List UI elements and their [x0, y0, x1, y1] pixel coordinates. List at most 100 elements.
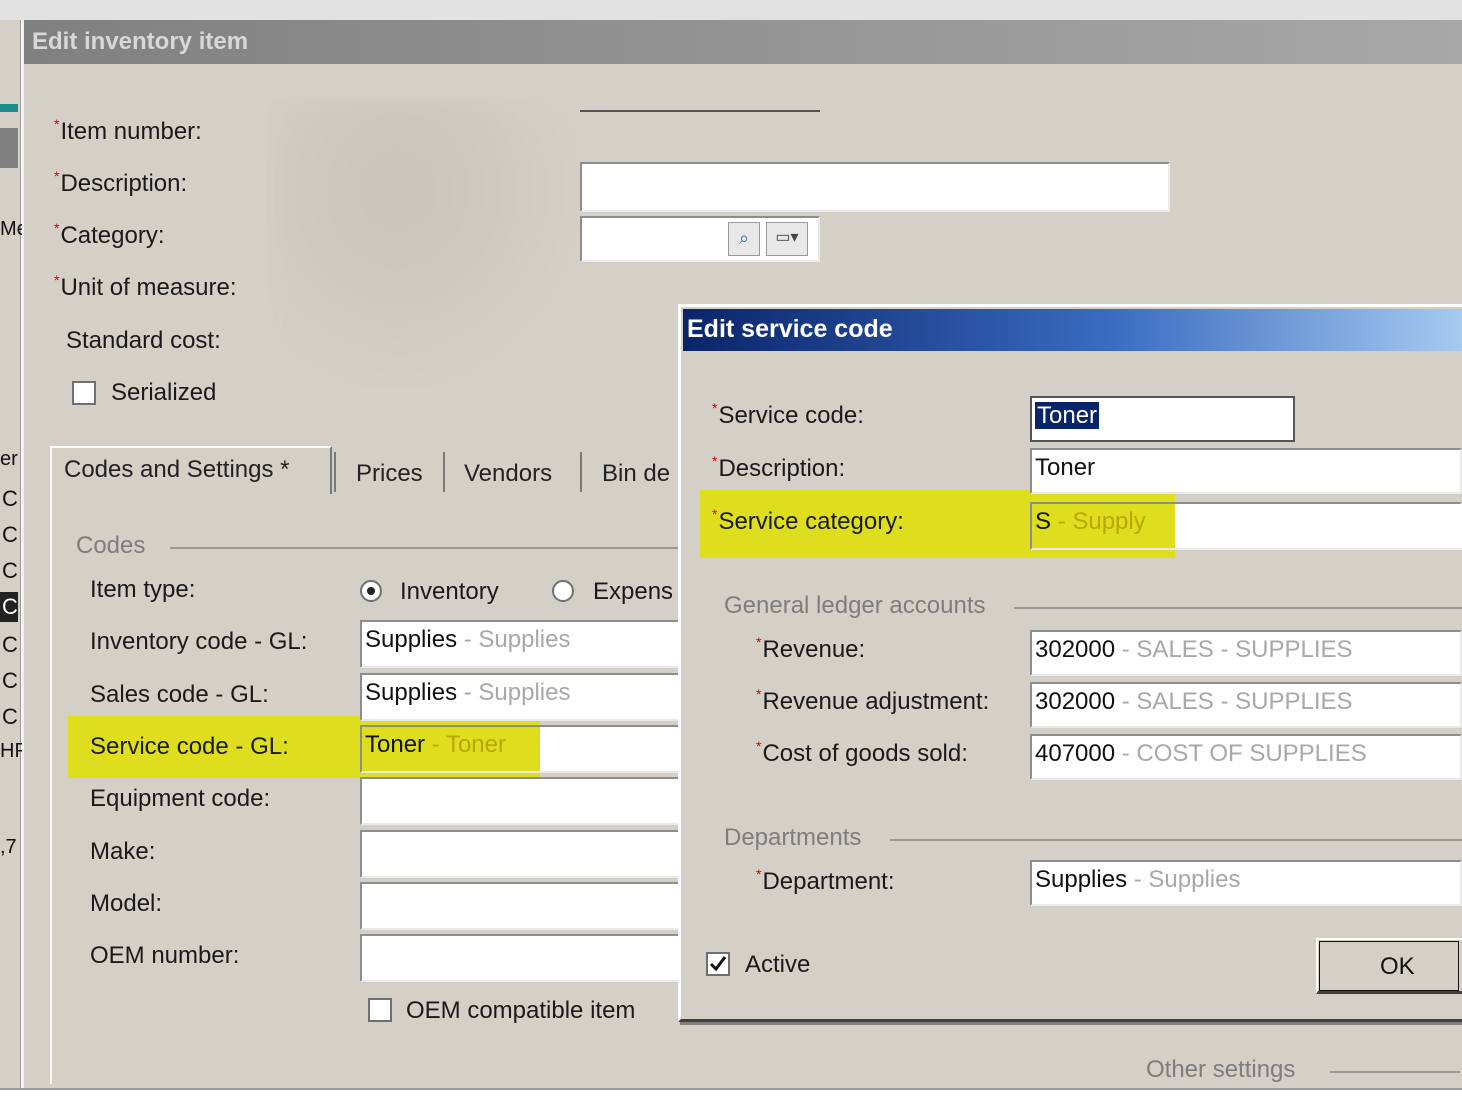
strip-fragment: er: [0, 448, 18, 470]
radio-selected-dot: [367, 587, 375, 595]
strip-fragment: C: [2, 486, 18, 511]
tab-vendors[interactable]: Vendors: [464, 460, 552, 488]
revenue-desc: - SALES - SUPPLIES: [1121, 636, 1353, 663]
description-input[interactable]: [580, 162, 1170, 212]
service-code-selected-text: Toner: [1035, 402, 1100, 429]
category-input[interactable]: ⌕ ▭▾: [580, 216, 820, 262]
strip-fragment: ,7: [0, 836, 17, 858]
sales-code-gl-input[interactable]: Supplies - Supplies: [360, 673, 680, 721]
oem-number-input[interactable]: [360, 934, 680, 982]
inventory-code-desc: - Supplies: [463, 626, 571, 653]
department-input[interactable]: Supplies - Supplies: [1030, 860, 1462, 906]
item-type-expense-radio[interactable]: [552, 580, 574, 602]
strip-fragment: C: [2, 668, 18, 693]
tab-separator: [580, 452, 582, 492]
strip-fragment: C: [2, 632, 18, 657]
serialized-label: Serialized: [111, 379, 217, 406]
cogs-desc: - COST OF SUPPLIES: [1121, 740, 1367, 767]
other-settings-line: [1330, 1071, 1460, 1073]
category-dropdown-icon[interactable]: ▭▾: [766, 222, 808, 256]
revenue-adjustment-input[interactable]: 302000 - SALES - SUPPLIES: [1030, 682, 1462, 728]
department-code: Supplies: [1035, 866, 1128, 893]
tab-bin[interactable]: Bin de: [602, 460, 670, 488]
service-code-field-fill: [540, 727, 678, 771]
window-title-bar: Edit inventory item: [24, 20, 1462, 64]
revenue-label: *Revenue:: [756, 634, 866, 663]
ok-button[interactable]: OK: [1316, 938, 1462, 994]
sales-code-value: Supplies: [365, 679, 458, 706]
tab-codes-and-settings-label: Codes and Settings *: [64, 456, 290, 483]
service-category-label: *Service category:: [712, 506, 904, 535]
background-app-strip: Me er C C C C C C C HP ,7: [0, 0, 28, 1090]
other-settings-label: Other settings: [1146, 1056, 1296, 1083]
tab-codes-and-settings[interactable]: Codes and Settings *: [50, 446, 332, 498]
item-type-inventory-radio[interactable]: [360, 580, 382, 602]
tab-strip: Codes and Settings * Prices Vendors Bin …: [50, 446, 690, 498]
description-input-dialog[interactable]: Toner: [1030, 448, 1462, 494]
cogs-input[interactable]: 407000 - COST OF SUPPLIES: [1030, 734, 1462, 780]
revenue-adjustment-desc: - SALES - SUPPLIES: [1121, 688, 1353, 715]
tab-separator: [334, 452, 336, 492]
window-title: Edit inventory item: [32, 28, 249, 55]
cogs-label: *Cost of goods sold:: [756, 738, 968, 767]
service-code-value: Toner: [365, 731, 426, 758]
strip-teal-bar: [0, 104, 18, 112]
codes-group-label: Codes: [76, 532, 146, 559]
description-value-dialog: Toner: [1035, 454, 1096, 481]
revenue-input[interactable]: 302000 - SALES - SUPPLIES: [1030, 630, 1462, 676]
item-number-label: *Item number:: [54, 116, 202, 145]
strip-fragment: C: [2, 704, 18, 729]
item-type-label: Item type:: [90, 576, 196, 603]
make-input[interactable]: [360, 830, 680, 878]
gl-accounts-group-label: General ledger accounts: [724, 592, 986, 619]
service-code-desc: - Toner: [431, 731, 506, 758]
cogs-code: 407000: [1035, 740, 1116, 767]
service-category-field-fill: [1175, 504, 1462, 548]
item-type-expense-label: Expens: [593, 578, 674, 605]
category-label: *Category:: [54, 220, 165, 249]
codes-group-line: [170, 547, 680, 549]
service-code-input[interactable]: Toner: [1030, 396, 1295, 442]
strip-fragment: C: [2, 558, 18, 583]
oem-compatible-checkbox[interactable]: [368, 998, 392, 1022]
dialog-title: Edit service code: [687, 315, 893, 343]
item-type-inventory-label: Inventory: [400, 578, 499, 605]
departments-group-line: [890, 839, 1462, 841]
dialog-title-bar: Edit service code: [683, 309, 1462, 351]
inventory-code-gl-label: Inventory code - GL:: [90, 628, 308, 655]
gl-accounts-group-line: [1014, 607, 1462, 609]
top-bar: [0, 0, 1462, 20]
ok-button-label: OK: [1380, 953, 1415, 980]
service-code-label: *Service code:: [712, 400, 864, 429]
standard-cost-label: Standard cost:: [66, 327, 221, 354]
active-label: Active: [745, 951, 811, 978]
strip-fragment: C: [2, 594, 18, 619]
tab-prices[interactable]: Prices: [356, 460, 423, 488]
sales-code-gl-label: Sales code - GL:: [90, 681, 269, 708]
strip-fragment: C: [2, 522, 18, 547]
department-desc: - Supplies: [1133, 866, 1241, 893]
oem-number-label: OEM number:: [90, 942, 240, 969]
inventory-code-value: Supplies: [365, 626, 458, 653]
make-label: Make:: [90, 838, 156, 865]
department-label: *Department:: [756, 866, 895, 895]
inventory-code-gl-input[interactable]: Supplies - Supplies: [360, 620, 680, 668]
sales-code-desc: - Supplies: [463, 679, 571, 706]
oem-compatible-label: OEM compatible item: [406, 997, 636, 1024]
item-number-underline: [580, 110, 820, 112]
active-checkbox[interactable]: [706, 952, 730, 976]
revenue-adjustment-label: *Revenue adjustment:: [756, 686, 990, 715]
blurred-values: [270, 100, 590, 400]
service-category-code: S: [1035, 508, 1052, 535]
model-input[interactable]: [360, 882, 680, 930]
equipment-code-input[interactable]: [360, 777, 680, 825]
unit-of-measure-label: *Unit of measure:: [54, 272, 237, 301]
model-label: Model:: [90, 890, 163, 917]
checkmark-icon: [709, 956, 727, 972]
serialized-checkbox[interactable]: [72, 381, 96, 405]
tab-separator: [443, 452, 445, 492]
departments-group-label: Departments: [724, 824, 862, 851]
revenue-adjustment-code: 302000: [1035, 688, 1116, 715]
strip-dark-bar: [0, 128, 18, 168]
category-search-icon[interactable]: ⌕: [728, 222, 760, 256]
